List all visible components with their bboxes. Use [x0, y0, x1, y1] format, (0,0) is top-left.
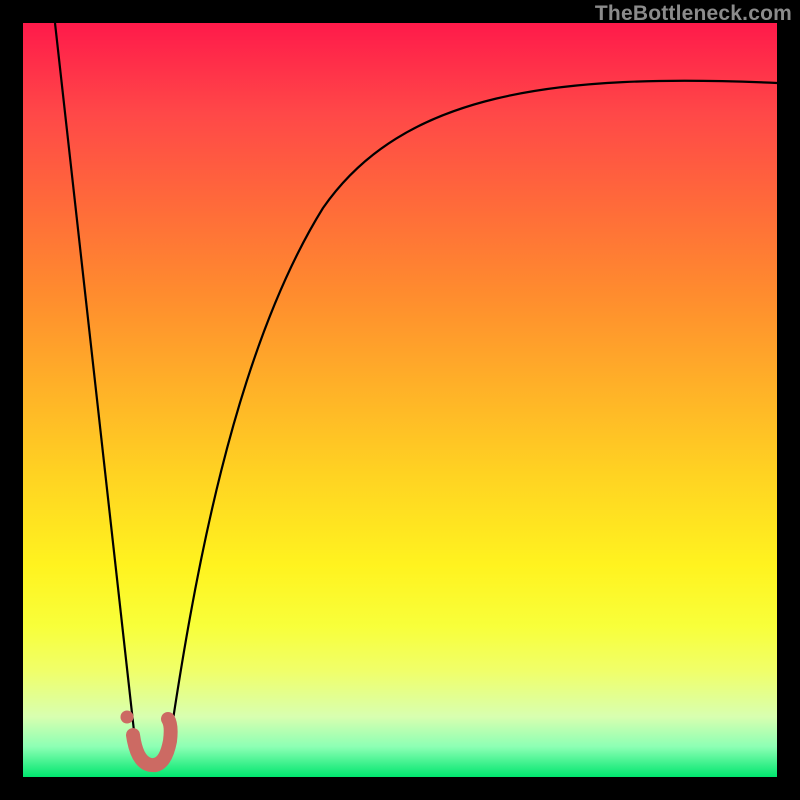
curve-layer: [23, 23, 777, 777]
left-branch-line: [55, 23, 136, 749]
highlight-dot: [121, 711, 134, 724]
highlight-hook: [133, 719, 171, 765]
chart-frame: TheBottleneck.com: [0, 0, 800, 800]
gradient-plot-area: [23, 23, 777, 777]
right-branch-line: [168, 81, 777, 753]
